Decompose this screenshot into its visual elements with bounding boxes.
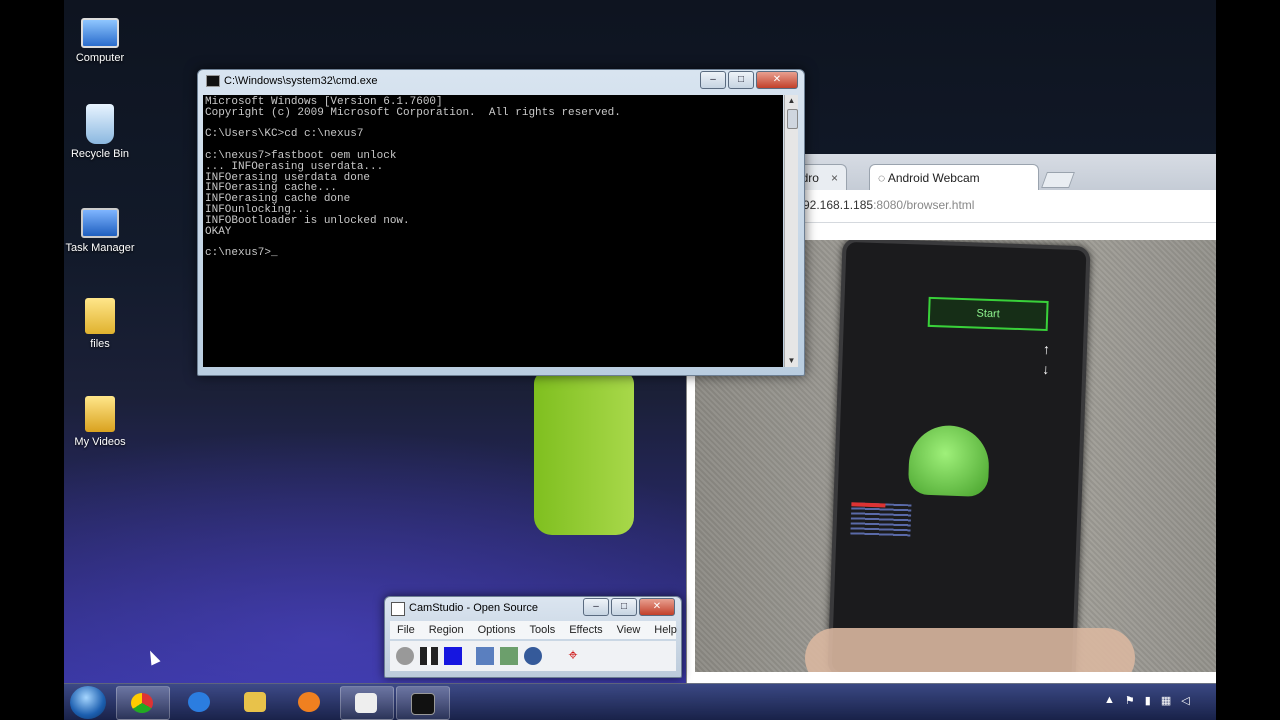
scroll-down-icon[interactable]: ▼ — [785, 355, 798, 367]
cmd-icon — [411, 693, 435, 715]
swf-icon[interactable] — [524, 647, 542, 665]
desktop-icon-label: Recycle Bin — [70, 148, 130, 160]
taskbar-explorer[interactable] — [230, 686, 282, 718]
cmd-titlebar[interactable]: C:\Windows\system32\cmd.exe – □ ✕ — [198, 70, 804, 92]
tab-android-webcam-server[interactable]: ◌ Android Webcam Server× — [869, 164, 1039, 211]
device-icon[interactable]: ▮ — [1145, 694, 1151, 707]
url-text[interactable]: 92.168.1.185:8080/browser.html — [803, 198, 974, 212]
wallpaper-android-figure — [534, 370, 634, 535]
minimize-button[interactable]: – — [583, 598, 609, 616]
nexus7-tablet: Start ↑ ↓ — [827, 240, 1091, 672]
arrow-up-icon: ↑ — [1042, 340, 1051, 358]
url-path: :8080/browser.html — [873, 198, 975, 212]
desktop-icon-my-videos[interactable]: My Videos — [64, 396, 136, 448]
chrome-icon — [131, 693, 153, 713]
desktop-icon-recycle-bin[interactable]: Recycle Bin — [64, 104, 136, 160]
letterbox-left — [0, 0, 64, 720]
media-player-icon — [298, 692, 320, 712]
taskbar-cmd[interactable] — [396, 686, 450, 720]
hand — [805, 628, 1135, 672]
autopan-icon[interactable]: ⌖ — [564, 647, 582, 665]
camstudio-icon — [355, 693, 377, 713]
internet-explorer-icon — [188, 692, 210, 712]
android-robot-icon — [907, 424, 991, 498]
close-button[interactable]: ✕ — [756, 71, 798, 89]
taskbar-media-player[interactable] — [284, 686, 336, 718]
scroll-up-icon[interactable]: ▲ — [785, 95, 798, 107]
minimize-button[interactable]: – — [700, 71, 726, 89]
cmd-icon — [206, 75, 220, 87]
taskbar-chrome[interactable] — [116, 686, 170, 720]
recycle-bin-icon — [86, 104, 114, 144]
desktop-icon-label: Computer — [75, 52, 125, 64]
console-output[interactable]: Microsoft Windows [Version 6.1.7600] Copy… — [203, 95, 783, 367]
letterbox-right — [1216, 0, 1280, 720]
console-line: c:\nexus7>_ — [205, 247, 278, 260]
desktop-icon-label: My Videos — [74, 436, 126, 448]
cmd-window[interactable]: C:\Windows\system32\cmd.exe – □ ✕ Micros… — [197, 69, 805, 376]
maximize-button[interactable]: □ — [611, 598, 637, 616]
window-title: CamStudio - Open Source — [409, 602, 539, 614]
camstudio-titlebar[interactable]: CamStudio - Open Source – □ ✕ — [385, 597, 681, 619]
taskbar: ▲ ⚑ ▮ ▦ ◁ — [64, 683, 1216, 720]
videos-folder-icon — [85, 396, 115, 432]
stop-button[interactable] — [444, 647, 462, 665]
start-option: Start — [927, 296, 1049, 332]
fastboot-log — [850, 502, 912, 539]
console-line: INFOBootloader is unlocked now. — [205, 214, 410, 227]
taskbar-camstudio[interactable] — [340, 686, 394, 720]
close-button[interactable]: ✕ — [639, 598, 675, 616]
mouse-cursor — [145, 648, 161, 666]
menu-help[interactable]: Help — [647, 621, 684, 639]
close-icon[interactable]: × — [831, 171, 838, 185]
console-line: C:\Users\KC>cd c:\nexus7 — [205, 128, 364, 141]
desktop-icon-files[interactable]: files — [64, 298, 136, 350]
taskbar-ie[interactable] — [174, 686, 226, 718]
folder-icon — [244, 692, 266, 712]
url-host: 92.168.1.185 — [803, 198, 874, 212]
new-tab-button[interactable] — [1041, 172, 1075, 188]
scroll-thumb[interactable] — [787, 109, 798, 129]
camstudio-window[interactable]: CamStudio - Open Source – □ ✕ File Regio… — [384, 596, 682, 678]
console-line: ... INFOerasing userdata... — [205, 160, 384, 173]
pause-button[interactable] — [420, 647, 438, 665]
toolbar: ⌖ — [390, 641, 676, 671]
region-icon[interactable] — [476, 647, 494, 665]
record-button[interactable] — [396, 647, 414, 665]
vertical-scrollbar[interactable]: ▲ ▼ — [784, 95, 798, 367]
menu-bar: File Region Options Tools Effects View H… — [390, 621, 677, 639]
window-title: C:\Windows\system32\cmd.exe — [224, 75, 378, 87]
start-button[interactable] — [70, 686, 106, 719]
desktop-icon-label: Task Manager — [65, 242, 135, 254]
camstudio-icon — [391, 602, 405, 616]
maximize-button[interactable]: □ — [728, 71, 754, 89]
flag-icon[interactable]: ⚑ — [1125, 694, 1135, 707]
show-hidden-icon[interactable]: ▲ — [1104, 694, 1115, 707]
system-tray: ▲ ⚑ ▮ ▦ ◁ — [1094, 694, 1190, 707]
globe-icon: ◌ — [878, 171, 888, 185]
arrow-down-icon: ↓ — [1041, 360, 1050, 378]
computer-icon — [81, 18, 119, 48]
console-line: Copyright (c) 2009 Microsoft Corporation… — [205, 106, 621, 119]
menu-view[interactable]: View — [610, 621, 648, 639]
folder-icon — [85, 298, 115, 334]
menu-region[interactable]: Region — [422, 621, 471, 639]
volume-icon[interactable]: ◁ — [1181, 694, 1189, 707]
annotate-icon[interactable] — [500, 647, 518, 665]
desktop-icon-task-manager[interactable]: Task Manager — [64, 200, 136, 254]
network-icon[interactable]: ▦ — [1161, 694, 1171, 707]
menu-tools[interactable]: Tools — [523, 621, 563, 639]
menu-effects[interactable]: Effects — [562, 621, 609, 639]
menu-file[interactable]: File — [390, 621, 422, 639]
desktop-icon-computer[interactable]: Computer — [64, 10, 136, 64]
desktop: Computer Recycle Bin Task Manager files … — [64, 0, 1216, 720]
task-manager-icon — [81, 208, 119, 238]
desktop-icon-label: files — [90, 338, 110, 350]
menu-options[interactable]: Options — [471, 621, 523, 639]
console-line: OKAY — [205, 225, 232, 238]
